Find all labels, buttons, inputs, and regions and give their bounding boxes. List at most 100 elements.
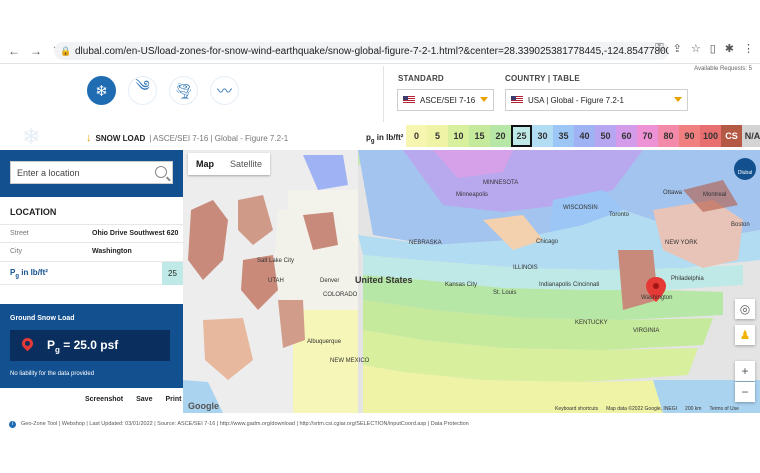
save-button[interactable]: Save — [136, 396, 152, 403]
city-value: Washington — [92, 248, 132, 255]
map-label: ILLINOIS — [513, 265, 538, 271]
location-title: LOCATION — [10, 207, 57, 217]
share-icon[interactable]: ⇪ — [673, 42, 682, 55]
forward-icon[interactable]: → — [28, 43, 44, 59]
zoom-out-button[interactable]: − — [735, 382, 755, 402]
map-label: KENTUCKY — [575, 320, 608, 326]
lock-icon: 🔒 — [60, 46, 72, 56]
zoom-in-button[interactable]: + — [735, 361, 755, 381]
keyboard-shortcuts-link[interactable]: Keyboard shortcuts — [555, 406, 598, 412]
legend-swatch-5[interactable]: 5 — [427, 125, 448, 147]
legend-swatch-80[interactable]: 80 — [658, 125, 679, 147]
pegman-icon: ♟ — [739, 328, 751, 342]
footer: i Geo-Zone Tool | Webshop | Last Updated… — [0, 413, 760, 435]
legend-swatch-35[interactable]: 35 — [553, 125, 574, 147]
map-label: Montreal — [703, 192, 727, 198]
search-input[interactable] — [17, 167, 157, 178]
tab-map[interactable]: Map — [188, 153, 222, 175]
terms-link[interactable]: Terms of Use — [709, 406, 738, 412]
extension-icon[interactable]: ✱ — [725, 42, 734, 55]
info-icon: i — [9, 420, 16, 428]
address-bar[interactable]: 🔒 dlubal.com/en-US/load-zones-for-snow-w… — [54, 42, 669, 60]
legend-swatch-90[interactable]: 90 — [679, 125, 700, 147]
tornado-mode-button[interactable]: 🌪 — [169, 76, 198, 105]
dlubal-logo[interactable]: Dlubal — [734, 158, 756, 180]
snowflake-icon: ❄ — [95, 82, 108, 100]
legend-swatch-25[interactable]: 25 — [511, 125, 532, 147]
map-label: Toronto — [609, 212, 630, 218]
seismic-wave-icon: 〰 — [216, 83, 232, 100]
map-label: St. Louis — [493, 290, 517, 296]
legend-swatch-10[interactable]: 10 — [448, 125, 469, 147]
map-label: NEBRASKA — [409, 240, 442, 246]
back-icon[interactable]: ← — [6, 43, 22, 59]
map-label: Boston — [731, 222, 750, 228]
country-select[interactable]: USA | Global - Figure 7.2-1 — [505, 89, 688, 111]
crosshair-icon: ◎ — [739, 302, 751, 316]
us-flag-icon — [511, 96, 523, 104]
result-value: Pg = 25.0 psf — [47, 338, 119, 355]
legend-swatch-30[interactable]: 30 — [532, 125, 553, 147]
street-row: Street Ohio Drive Southwest 620 — [0, 224, 183, 242]
screenshot-button[interactable]: Screenshot — [85, 396, 123, 403]
liability-note: No liability for the data provided — [10, 371, 95, 377]
sidepanel-icon[interactable]: ▯ — [710, 42, 716, 55]
legend-swatch-100[interactable]: 100 — [700, 125, 721, 147]
print-button[interactable]: Print — [165, 396, 181, 403]
star-icon[interactable]: ☆ — [691, 42, 701, 55]
bottom-blank — [0, 435, 760, 473]
tab-satellite[interactable]: Satellite — [222, 153, 270, 175]
url-text: dlubal.com/en-US/load-zones-for-snow-win… — [75, 45, 669, 57]
scale-text: 200 km — [685, 406, 702, 412]
google-logo: Google — [188, 401, 219, 411]
tornado-icon: 🌪 — [173, 82, 194, 100]
map-view[interactable]: United States Minneapolis Chicago Toronto Ot… — [183, 150, 760, 413]
map-label: Minneapolis — [456, 192, 489, 198]
country-label: COUNTRY | TABLE — [505, 74, 580, 83]
map-label: United States — [355, 275, 413, 285]
menu-icon[interactable]: ⋮ — [743, 42, 754, 55]
snowflake-watermark-icon: ❄ — [22, 124, 41, 149]
legend-swatch-70[interactable]: 70 — [637, 125, 658, 147]
minus-icon: − — [741, 385, 749, 399]
key-icon[interactable]: ⚿ — [655, 42, 663, 55]
earthquake-mode-button[interactable]: 〰 — [210, 76, 239, 105]
legend-swatch-40[interactable]: 40 — [574, 125, 595, 147]
breadcrumb: ↓ SNOW LOAD | ASCE/SEI 7-16 | Global - F… — [86, 132, 288, 144]
map-attribution: Keyboard shortcuts Map data ©2022 Google… — [555, 406, 739, 412]
map-label: MINNESOTA — [483, 180, 519, 186]
standard-value: ASCE/SEI 7-16 — [420, 95, 476, 105]
action-links: Screenshot Save Print — [85, 396, 181, 403]
map-label: UTAH — [268, 278, 284, 284]
pg-row: Pg in lb/ft² 25 — [0, 261, 183, 285]
country-value: USA | Global - Figure 7.2-1 — [528, 95, 624, 105]
legend-swatch-60[interactable]: 60 — [616, 125, 637, 147]
legend-swatch-50[interactable]: 50 — [595, 125, 616, 147]
legend-swatch-cs[interactable]: CS — [721, 125, 742, 147]
snow-mode-button[interactable]: ❄ — [87, 76, 116, 105]
legend-swatch-na[interactable]: N/A — [742, 125, 760, 147]
legend-swatch-20[interactable]: 20 — [490, 125, 511, 147]
pg-value: 25 — [162, 262, 183, 285]
result-box: Pg = 25.0 psf — [10, 330, 170, 361]
chevron-down-icon — [674, 97, 682, 102]
my-location-button[interactable]: ◎ — [735, 299, 755, 319]
map-label: Albuquerque — [307, 339, 342, 345]
map-data-text: Map data ©2022 Google, INEGI — [606, 406, 678, 412]
load-type-selector: ❄ ༄ 🌪 〰 — [87, 76, 239, 105]
map-label: Philadelphia — [671, 276, 704, 282]
legend-swatch-0[interactable]: 0 — [406, 125, 427, 147]
search-icon[interactable] — [155, 166, 167, 178]
available-requests: Available Requests: 5 — [694, 66, 752, 72]
browser-toolbar: ← → ↻ 🔒 dlubal.com/en-US/load-zones-for-… — [0, 38, 760, 64]
street-view-button[interactable]: ♟ — [735, 325, 755, 345]
wind-mode-button[interactable]: ༄ — [128, 76, 157, 105]
breadcrumb-current: SNOW LOAD — [95, 133, 146, 143]
map-label: Washington — [641, 295, 673, 301]
legend-swatches: 0 5 10 15 20 25 30 35 40 50 60 70 80 90 100 CS N/A — [406, 125, 760, 147]
standard-select[interactable]: ASCE/SEI 7-16 — [397, 89, 494, 111]
result-title: Ground Snow Load — [10, 315, 75, 322]
legend-swatch-15[interactable]: 15 — [469, 125, 490, 147]
plus-icon: + — [741, 364, 749, 378]
street-value: Ohio Drive Southwest 620 — [92, 230, 179, 237]
